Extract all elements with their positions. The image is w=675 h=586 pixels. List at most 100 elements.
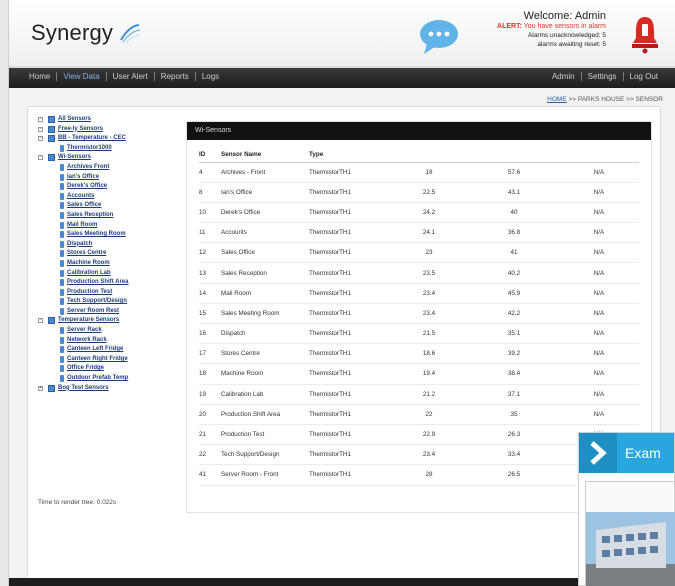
- tree-item[interactable]: Dispatch: [38, 240, 178, 250]
- tree-item-label[interactable]: Ian's Office: [67, 173, 99, 183]
- nav-home[interactable]: Home: [23, 72, 58, 81]
- table-row[interactable]: 41 Server Room - Front ThermistorTH1 28 26.5…: [199, 464, 639, 486]
- tree-item[interactable]: + Bog Test Sensors: [38, 384, 178, 394]
- tree-item[interactable]: Sales Office: [38, 201, 178, 211]
- tree-item-label[interactable]: Server Room Rest: [67, 307, 119, 317]
- tree-item[interactable]: Tech Support/Design: [38, 297, 178, 307]
- example-popup[interactable]: Exam: [578, 432, 675, 586]
- tree-item[interactable]: Canteen Left Fridge: [38, 345, 178, 355]
- tree-item[interactable]: Sales Meeting Room: [38, 230, 178, 240]
- tree-item[interactable]: - Temperature Sensors: [38, 316, 178, 326]
- tree-item[interactable]: Production Shift Area: [38, 278, 178, 288]
- table-row[interactable]: 14 Mail Room ThermistorTH1 23.4 45.9 N/A: [199, 283, 639, 304]
- nav-view-data[interactable]: View Data: [57, 72, 107, 81]
- table-row[interactable]: 8 Ian's Office ThermistorTH1 22.5 43.1 N/A: [199, 182, 639, 203]
- nav-user-alert[interactable]: User Alert: [107, 72, 155, 81]
- table-row[interactable]: 11 Accounts ThermistorTH1 24.1 36.8 N/A: [199, 222, 639, 244]
- tree-item[interactable]: Stores Centre: [38, 249, 178, 259]
- tree-item[interactable]: - BB - Temperature - CEC: [38, 134, 178, 144]
- tree-item[interactable]: Accounts: [38, 192, 178, 202]
- tree-item-label[interactable]: Dispatch: [67, 240, 92, 250]
- tree-item-label[interactable]: Calibration Lab: [67, 269, 111, 279]
- tree-item[interactable]: Mail Room: [38, 221, 178, 231]
- table-row[interactable]: 20 Production Shift Area ThermistorTH1 22 35…: [199, 404, 639, 425]
- table-row[interactable]: 16 Dispatch ThermistorTH1 21.5 35.1 N/A: [199, 323, 639, 345]
- tree-item-label[interactable]: Production Test: [67, 288, 112, 298]
- table-row[interactable]: 22 Tech Support/Design ThermistorTH1 23.4 33…: [199, 444, 639, 466]
- tree-item[interactable]: Canteen Right Fridge: [38, 355, 178, 365]
- alert-line[interactable]: ALERT: You have sensors in alarm: [406, 22, 606, 31]
- tree-item-label[interactable]: Server Rack: [67, 326, 102, 336]
- tree-item-label[interactable]: Machine Room: [67, 259, 110, 269]
- tree-item[interactable]: Network Rack: [38, 336, 178, 346]
- tree-item[interactable]: Derek's Office: [38, 182, 178, 192]
- tree-item-label[interactable]: Canteen Left Fridge: [67, 345, 123, 355]
- tree-item[interactable]: Archives Front: [38, 163, 178, 173]
- tree-item-label[interactable]: Derek's Office: [67, 182, 107, 192]
- tree-item[interactable]: - Wi-Sensors: [38, 153, 178, 163]
- tree-item-label[interactable]: Wi-Sensors: [58, 153, 91, 163]
- tree-item[interactable]: Outdoor Prefab Temp: [38, 374, 178, 384]
- collapse-icon[interactable]: -: [38, 117, 43, 122]
- popup-chevron[interactable]: [579, 433, 617, 473]
- tree-item[interactable]: Server Room Rest: [38, 307, 178, 317]
- popup-header[interactable]: Exam: [579, 433, 674, 473]
- tree-item[interactable]: Server Rack: [38, 326, 178, 336]
- tree-item-label[interactable]: BB - Temperature - CEC: [58, 134, 126, 144]
- tree-item-label[interactable]: Canteen Right Fridge: [67, 355, 128, 365]
- tree-item[interactable]: Calibration Lab: [38, 269, 178, 279]
- table-cell: 21.2: [389, 384, 469, 405]
- tree-item-label[interactable]: Network Rack: [67, 336, 107, 346]
- table-row[interactable]: 19 Calibration Lab ThermistorTH1 21.2 37.1 N/…: [199, 384, 639, 405]
- tree-item-label[interactable]: Free-ly Sensors: [58, 125, 103, 135]
- col-sensor-name[interactable]: Sensor Name: [221, 148, 309, 163]
- table-row[interactable]: 13 Sales Reception ThermistorTH1 23.5 40.2 N/…: [199, 262, 639, 284]
- table-row[interactable]: 15 Sales Meeting Room ThermistorTH1 23.4 42.…: [199, 303, 639, 325]
- col-id[interactable]: ID: [199, 148, 221, 163]
- tree-item-label[interactable]: Tech Support/Design: [67, 297, 127, 307]
- tree-item-label[interactable]: Sales Reception: [67, 211, 113, 221]
- tree-item-label[interactable]: Mail Room: [67, 221, 97, 231]
- nav-reports[interactable]: Reports: [155, 72, 196, 81]
- tree-item[interactable]: Machine Room: [38, 259, 178, 269]
- tree-item-label[interactable]: Archives Front: [67, 163, 109, 173]
- tree-item-label[interactable]: All Sensors: [58, 115, 91, 125]
- tree-item[interactable]: Office Fridge: [38, 364, 178, 374]
- tree-item-label[interactable]: Thermistor1000: [67, 144, 112, 154]
- tree-item-label[interactable]: Production Shift Area: [67, 278, 128, 288]
- tree-item-label[interactable]: Sales Office: [67, 201, 101, 211]
- table-row[interactable]: 12 Sales Office ThermistorTH1 23 41 N/A: [199, 242, 639, 264]
- col-type[interactable]: Type: [309, 148, 389, 163]
- nav-admin[interactable]: Admin: [546, 72, 582, 81]
- tree-item[interactable]: Ian's Office: [38, 173, 178, 183]
- tree-item-label[interactable]: Stores Centre: [67, 249, 106, 259]
- tree-item-label[interactable]: Sales Meeting Room: [67, 230, 126, 240]
- tree-item-label[interactable]: Accounts: [67, 192, 94, 202]
- collapse-icon[interactable]: -: [38, 136, 43, 142]
- tree-item[interactable]: Production Test: [38, 288, 178, 298]
- tree-item[interactable]: - Free-ly Sensors: [38, 125, 178, 135]
- table-row[interactable]: 17 Stores Centre ThermistorTH1 18.6 39.2 N/A: [199, 343, 639, 365]
- collapse-icon[interactable]: -: [38, 318, 43, 324]
- nav-logs[interactable]: Logs: [196, 72, 225, 81]
- collapse-icon[interactable]: -: [38, 126, 43, 132]
- tree-item[interactable]: Thermistor1000: [38, 144, 178, 154]
- tree-item[interactable]: - All Sensors: [38, 115, 178, 125]
- tree-item-label[interactable]: Outdoor Prefab Temp: [67, 374, 128, 384]
- nav-settings[interactable]: Settings: [582, 72, 624, 81]
- table-row[interactable]: 18 Machine Room ThermistorTH1 19.4 38.4 N/A: [199, 363, 639, 385]
- alarm-bell-icon[interactable]: [630, 14, 660, 54]
- table-cell: ThermistorTH1: [309, 182, 389, 203]
- breadcrumb-home[interactable]: HOME: [547, 96, 567, 103]
- expand-icon[interactable]: +: [38, 385, 43, 391]
- tree-item-label[interactable]: Temperature Sensors: [58, 316, 119, 326]
- table-row[interactable]: 4 Archives - Front ThermistorTH1 18 57.6 N/A: [199, 162, 639, 183]
- tree-item[interactable]: Sales Reception: [38, 211, 178, 221]
- tree-item-label[interactable]: Bog Test Sensors: [58, 384, 109, 394]
- tree-item-label[interactable]: Office Fridge: [67, 364, 104, 374]
- table-row[interactable]: 21Production TestThermistorTH122.926.3N/…: [199, 424, 639, 446]
- collapse-icon[interactable]: -: [38, 155, 43, 161]
- nav-log-out[interactable]: Log Out: [624, 72, 664, 81]
- table-row[interactable]: 10 Derek's Office ThermistorTH1 24.2 40 N/A: [199, 202, 639, 224]
- logo[interactable]: Synergy: [31, 20, 113, 46]
